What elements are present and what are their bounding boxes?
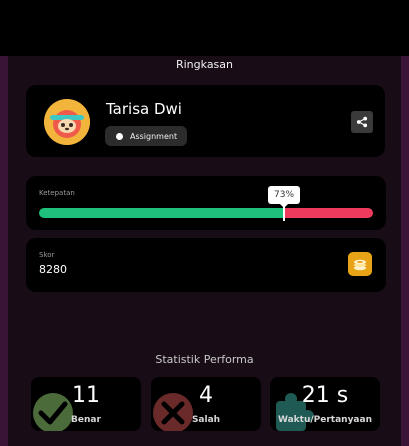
profile-card: Tarisa Dwi Assignment [26,85,385,157]
share-icon [356,116,368,128]
coins-icon [354,259,366,271]
stat-incorrect: 4 Salah [151,377,261,431]
assignment-tag: Assignment [105,126,188,146]
stat-time-value: 21 s [301,383,349,408]
score-value: 8280 [39,263,67,276]
coins-button[interactable] [348,252,372,276]
stat-correct: 11 Benar [31,377,141,431]
stat-correct-value: 11 [72,383,100,408]
user-name: Tarisa Dwi [106,100,182,118]
stats-title: Statistik Performa [155,353,254,366]
top-bar [0,0,409,56]
score-label: Skor [39,251,55,259]
accuracy-card: Ketepatan 73% [26,176,386,230]
sloth-avatar-icon [44,99,90,145]
share-button[interactable] [351,111,373,133]
stat-correct-label: Benar [71,415,101,425]
accuracy-correct-bar [39,208,283,218]
accuracy-label: Ketepatan [39,189,75,197]
accuracy-incorrect-bar [285,208,373,218]
assignment-tag-label: Assignment [130,131,178,141]
summary-title: Ringkasan [175,58,233,71]
score-card: Skor 8280 [26,238,386,292]
stat-time: 21 s Waktu/Pertanyaan [270,377,380,431]
dot-icon [116,132,123,140]
stat-incorrect-label: Salah [191,415,221,425]
stat-incorrect-value: 4 [199,383,213,408]
accuracy-tooltip: 73% [268,186,301,208]
stat-time-label: Waktu/Pertanyaan [277,415,372,425]
